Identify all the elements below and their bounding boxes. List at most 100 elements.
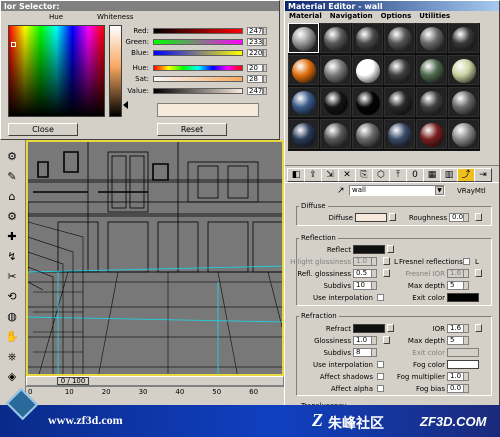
- material-slot[interactable]: [352, 87, 383, 117]
- channel-slider[interactable]: [153, 28, 243, 34]
- refl-use-interp-checkbox[interactable]: [377, 294, 384, 301]
- material-slot[interactable]: [320, 119, 351, 149]
- track-bar[interactable]: 0 10 20 30 40 50 60: [26, 386, 284, 398]
- lock-label[interactable]: L: [394, 258, 398, 266]
- channel-value[interactable]: 247: [247, 27, 263, 35]
- material-slot[interactable]: [416, 119, 447, 149]
- affect-alpha-checkbox[interactable]: [377, 385, 384, 392]
- tool-icon-12[interactable]: ◈: [3, 370, 21, 384]
- tool-icon-9[interactable]: ◍: [3, 310, 21, 324]
- menu-options[interactable]: Options: [381, 12, 412, 22]
- material-slot[interactable]: [448, 119, 479, 149]
- roughness-map-button[interactable]: [475, 213, 482, 221]
- go-parent-icon[interactable]: ⤴: [457, 168, 475, 182]
- reset-icon[interactable]: ✕: [338, 168, 356, 182]
- diffuse-color-swatch[interactable]: [355, 213, 387, 222]
- refr-glossiness-value[interactable]: 1.0: [353, 336, 372, 345]
- channel-slider[interactable]: [153, 50, 243, 56]
- hilight-glossiness-value[interactable]: 1.0: [353, 257, 372, 266]
- fresnel-lock-label[interactable]: L: [475, 258, 479, 266]
- material-slot[interactable]: [416, 23, 447, 53]
- go-sibling-icon[interactable]: ⇥: [474, 168, 492, 182]
- material-slot[interactable]: [320, 87, 351, 117]
- time-slider[interactable]: 0 / 100: [26, 376, 284, 386]
- tool-icon-2[interactable]: ✎: [3, 170, 21, 184]
- affect-shadows-checkbox[interactable]: [377, 373, 384, 380]
- fog-multiplier-value[interactable]: 1.0: [447, 372, 464, 381]
- pick-material-icon[interactable]: ↗: [337, 186, 347, 196]
- menu-material[interactable]: Material: [289, 12, 322, 22]
- reset-button[interactable]: Reset: [157, 123, 227, 136]
- material-slot[interactable]: [448, 23, 479, 53]
- ior-map-button[interactable]: [475, 324, 482, 332]
- hue-pointer-icon[interactable]: [11, 42, 16, 47]
- channel-slider[interactable]: [153, 39, 243, 45]
- material-name-dropdown-icon[interactable]: ▼: [435, 186, 444, 195]
- roughness-value[interactable]: 0.0: [449, 213, 465, 222]
- close-button[interactable]: Close: [8, 123, 78, 136]
- tool-icon-7[interactable]: ✂: [3, 270, 21, 284]
- channel-slider[interactable]: [153, 65, 243, 71]
- refl-subdivs-spinner[interactable]: 10: [353, 281, 377, 290]
- material-slot[interactable]: [416, 87, 447, 117]
- tool-icon-6[interactable]: ↯: [3, 250, 21, 264]
- refr-max-depth-spinner[interactable]: 5: [447, 336, 469, 345]
- put-to-scene-icon[interactable]: ⇪: [304, 168, 322, 182]
- menu-utilities[interactable]: Utilities: [419, 12, 450, 22]
- material-slot[interactable]: [288, 55, 319, 85]
- effects-channel-icon[interactable]: 0: [406, 168, 424, 182]
- channel-value[interactable]: 28: [247, 75, 263, 83]
- reflect-map-button[interactable]: [387, 245, 394, 253]
- refl-max-depth-value[interactable]: 5: [447, 281, 464, 290]
- channel-spinner-arrows-icon[interactable]: [263, 38, 267, 46]
- material-slot[interactable]: [320, 55, 351, 85]
- material-slot[interactable]: [384, 23, 415, 53]
- viewport[interactable]: [26, 140, 284, 376]
- refract-map-button[interactable]: [387, 324, 394, 332]
- fresnel-ior-value[interactable]: 1.6: [447, 269, 464, 278]
- fog-multiplier-spinner[interactable]: 1.0: [447, 372, 469, 381]
- material-slot[interactable]: [320, 23, 351, 53]
- channel-slider[interactable]: [153, 88, 243, 94]
- channel-spinner-arrows-icon[interactable]: [263, 87, 267, 95]
- refl-subdivs-value[interactable]: 10: [353, 281, 372, 290]
- material-slot[interactable]: [288, 23, 319, 53]
- refr-max-depth-value[interactable]: 5: [447, 336, 464, 345]
- channel-value[interactable]: 20: [247, 64, 263, 72]
- put-library-icon[interactable]: ⤒: [389, 168, 407, 182]
- diffuse-map-button[interactable]: [389, 213, 396, 221]
- roughness-spinner[interactable]: 0.0: [449, 213, 469, 222]
- tool-icon-10[interactable]: ✋: [3, 330, 21, 344]
- channel-value[interactable]: 220: [247, 49, 263, 57]
- material-slot[interactable]: [384, 87, 415, 117]
- refr-subdivs-value[interactable]: 8: [353, 348, 372, 357]
- refl-glossiness-spinner[interactable]: 0.5: [353, 269, 377, 278]
- channel-spinner-arrows-icon[interactable]: [263, 49, 267, 57]
- ior-spinner[interactable]: 1.6: [447, 324, 469, 333]
- material-slot[interactable]: [352, 119, 383, 149]
- refl-glossiness-map-button[interactable]: [383, 269, 390, 277]
- material-slot[interactable]: [384, 119, 415, 149]
- color-selector-titlebar[interactable]: lor Selector:: [1, 1, 279, 11]
- material-type-button[interactable]: VRayMtl: [457, 187, 486, 195]
- material-slot[interactable]: [448, 55, 479, 85]
- show-map-icon[interactable]: ▦: [423, 168, 441, 182]
- time-slider-thumb[interactable]: 0 / 100: [57, 377, 89, 385]
- unique-icon[interactable]: ⬡: [372, 168, 390, 182]
- fresnel-ior-spinner[interactable]: 1.6: [447, 269, 469, 278]
- hilight-glossiness-spinner[interactable]: 1.0: [353, 257, 377, 266]
- material-name-field[interactable]: wall: [349, 185, 445, 196]
- refl-max-depth-spinner[interactable]: 5: [447, 281, 469, 290]
- material-slot[interactable]: [288, 119, 319, 149]
- fog-color-swatch[interactable]: [447, 360, 479, 369]
- assign-icon[interactable]: ⇲: [321, 168, 339, 182]
- refr-glossiness-spinner[interactable]: 1.0: [353, 336, 377, 345]
- material-slot[interactable]: [416, 55, 447, 85]
- reflect-color-swatch[interactable]: [353, 245, 385, 254]
- fresnel-reflections-checkbox[interactable]: [463, 258, 470, 265]
- hue-whiteness-box[interactable]: [8, 25, 105, 117]
- material-slot[interactable]: [288, 87, 319, 117]
- fog-bias-spinner[interactable]: 0.0: [447, 384, 469, 393]
- material-slot[interactable]: [352, 23, 383, 53]
- material-slot[interactable]: [448, 87, 479, 117]
